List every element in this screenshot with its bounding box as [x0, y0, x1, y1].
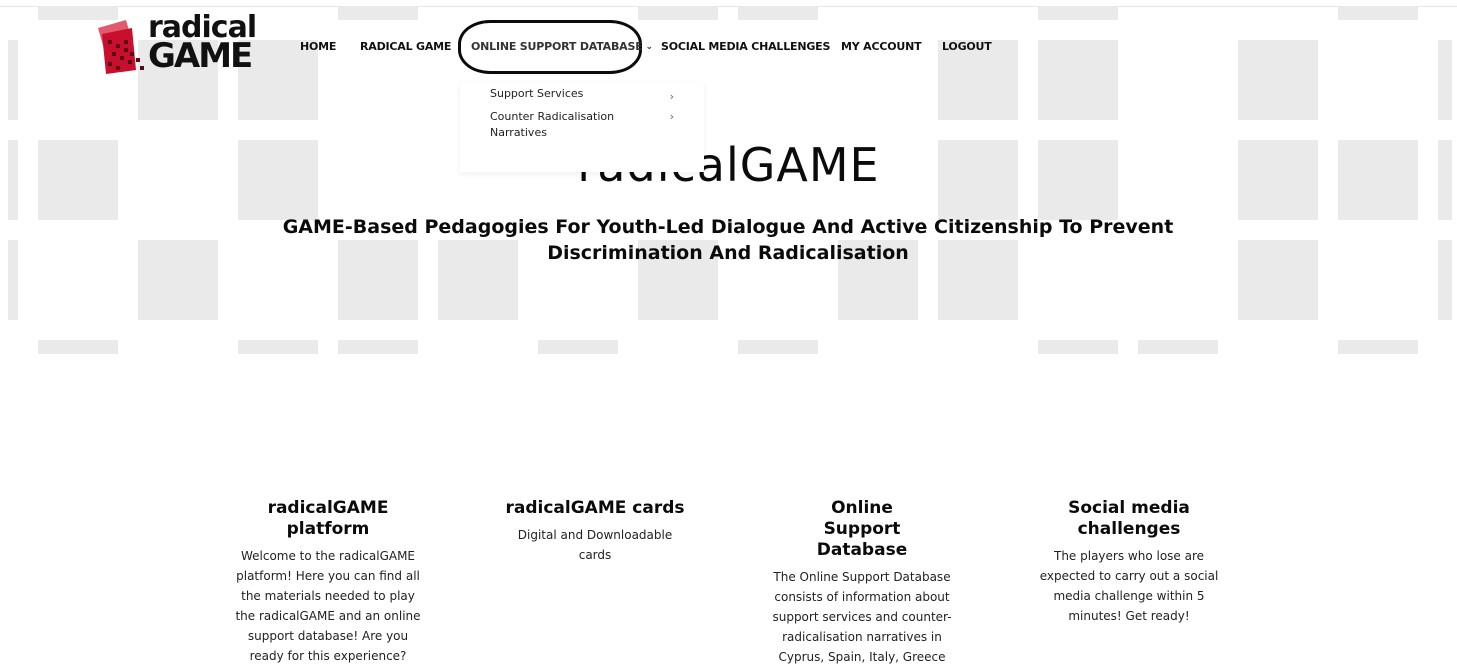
dropdown-item-counter-radicalisation-narratives[interactable]: Counter Radicalisation Narratives: [490, 109, 640, 141]
hero-subtitle: GAME-Based Pedagogies For Youth-Led Dial…: [282, 216, 1174, 264]
nav-logout[interactable]: LOGOUT: [942, 40, 992, 53]
feature-social-media-challenges: Social media challenges The players who …: [1038, 498, 1220, 626]
feature-platform: radicalGAME platform Welcome to the radi…: [228, 498, 428, 664]
logo-cards-icon: [98, 20, 144, 74]
hero-title: radicalGAME: [577, 138, 880, 192]
feature-cards: radicalGAME cards Digital and Downloadab…: [505, 498, 685, 565]
chevron-right-icon: ›: [669, 90, 674, 103]
feature-title: radicalGAME cards: [505, 498, 685, 518]
feature-text: Welcome to the radicalGAME platform! Her…: [235, 549, 421, 663]
nav-home[interactable]: HOME: [300, 40, 336, 53]
nav-online-support-database[interactable]: ONLINE SUPPORT DATABASE ⌄: [471, 40, 653, 53]
feature-online-support-database: Online Support Database The Online Suppo…: [764, 498, 960, 664]
chevron-right-icon: ›: [669, 110, 674, 123]
feature-title: Social media challenges: [1068, 498, 1190, 539]
site-logo[interactable]: radical GAME: [96, 13, 257, 78]
chevron-down-icon: ⌄: [645, 42, 654, 52]
feature-title: Online Support Database: [816, 498, 908, 560]
feature-text: Digital and Downloadable cards: [517, 528, 673, 562]
dropdown-item-support-services[interactable]: Support Services: [490, 86, 640, 102]
logo-wordmark: radical GAME: [148, 13, 257, 76]
dropdown-item-label: Support Services: [490, 87, 584, 100]
site-header: radical GAME HOME RADICAL GAME ONLINE SU…: [0, 0, 1457, 90]
nav-dropdown-menu: Support Services › Counter Radicalisatio…: [460, 82, 704, 172]
nav-radical-game[interactable]: RADICAL GAME: [360, 40, 451, 53]
feature-title: radicalGAME platform: [267, 498, 389, 539]
nav-my-account[interactable]: MY ACCOUNT: [841, 40, 922, 53]
feature-text: The Online Support Database consists of …: [772, 570, 952, 664]
nav-online-support-database-label: ONLINE SUPPORT DATABASE: [471, 40, 643, 53]
dropdown-item-label: Counter Radicalisation Narratives: [490, 110, 615, 139]
feature-text: The players who lose are expected to car…: [1039, 549, 1219, 623]
logo-line-2: GAME: [148, 36, 253, 76]
nav-social-media-challenges[interactable]: SOCIAL MEDIA CHALLENGES: [661, 40, 830, 53]
